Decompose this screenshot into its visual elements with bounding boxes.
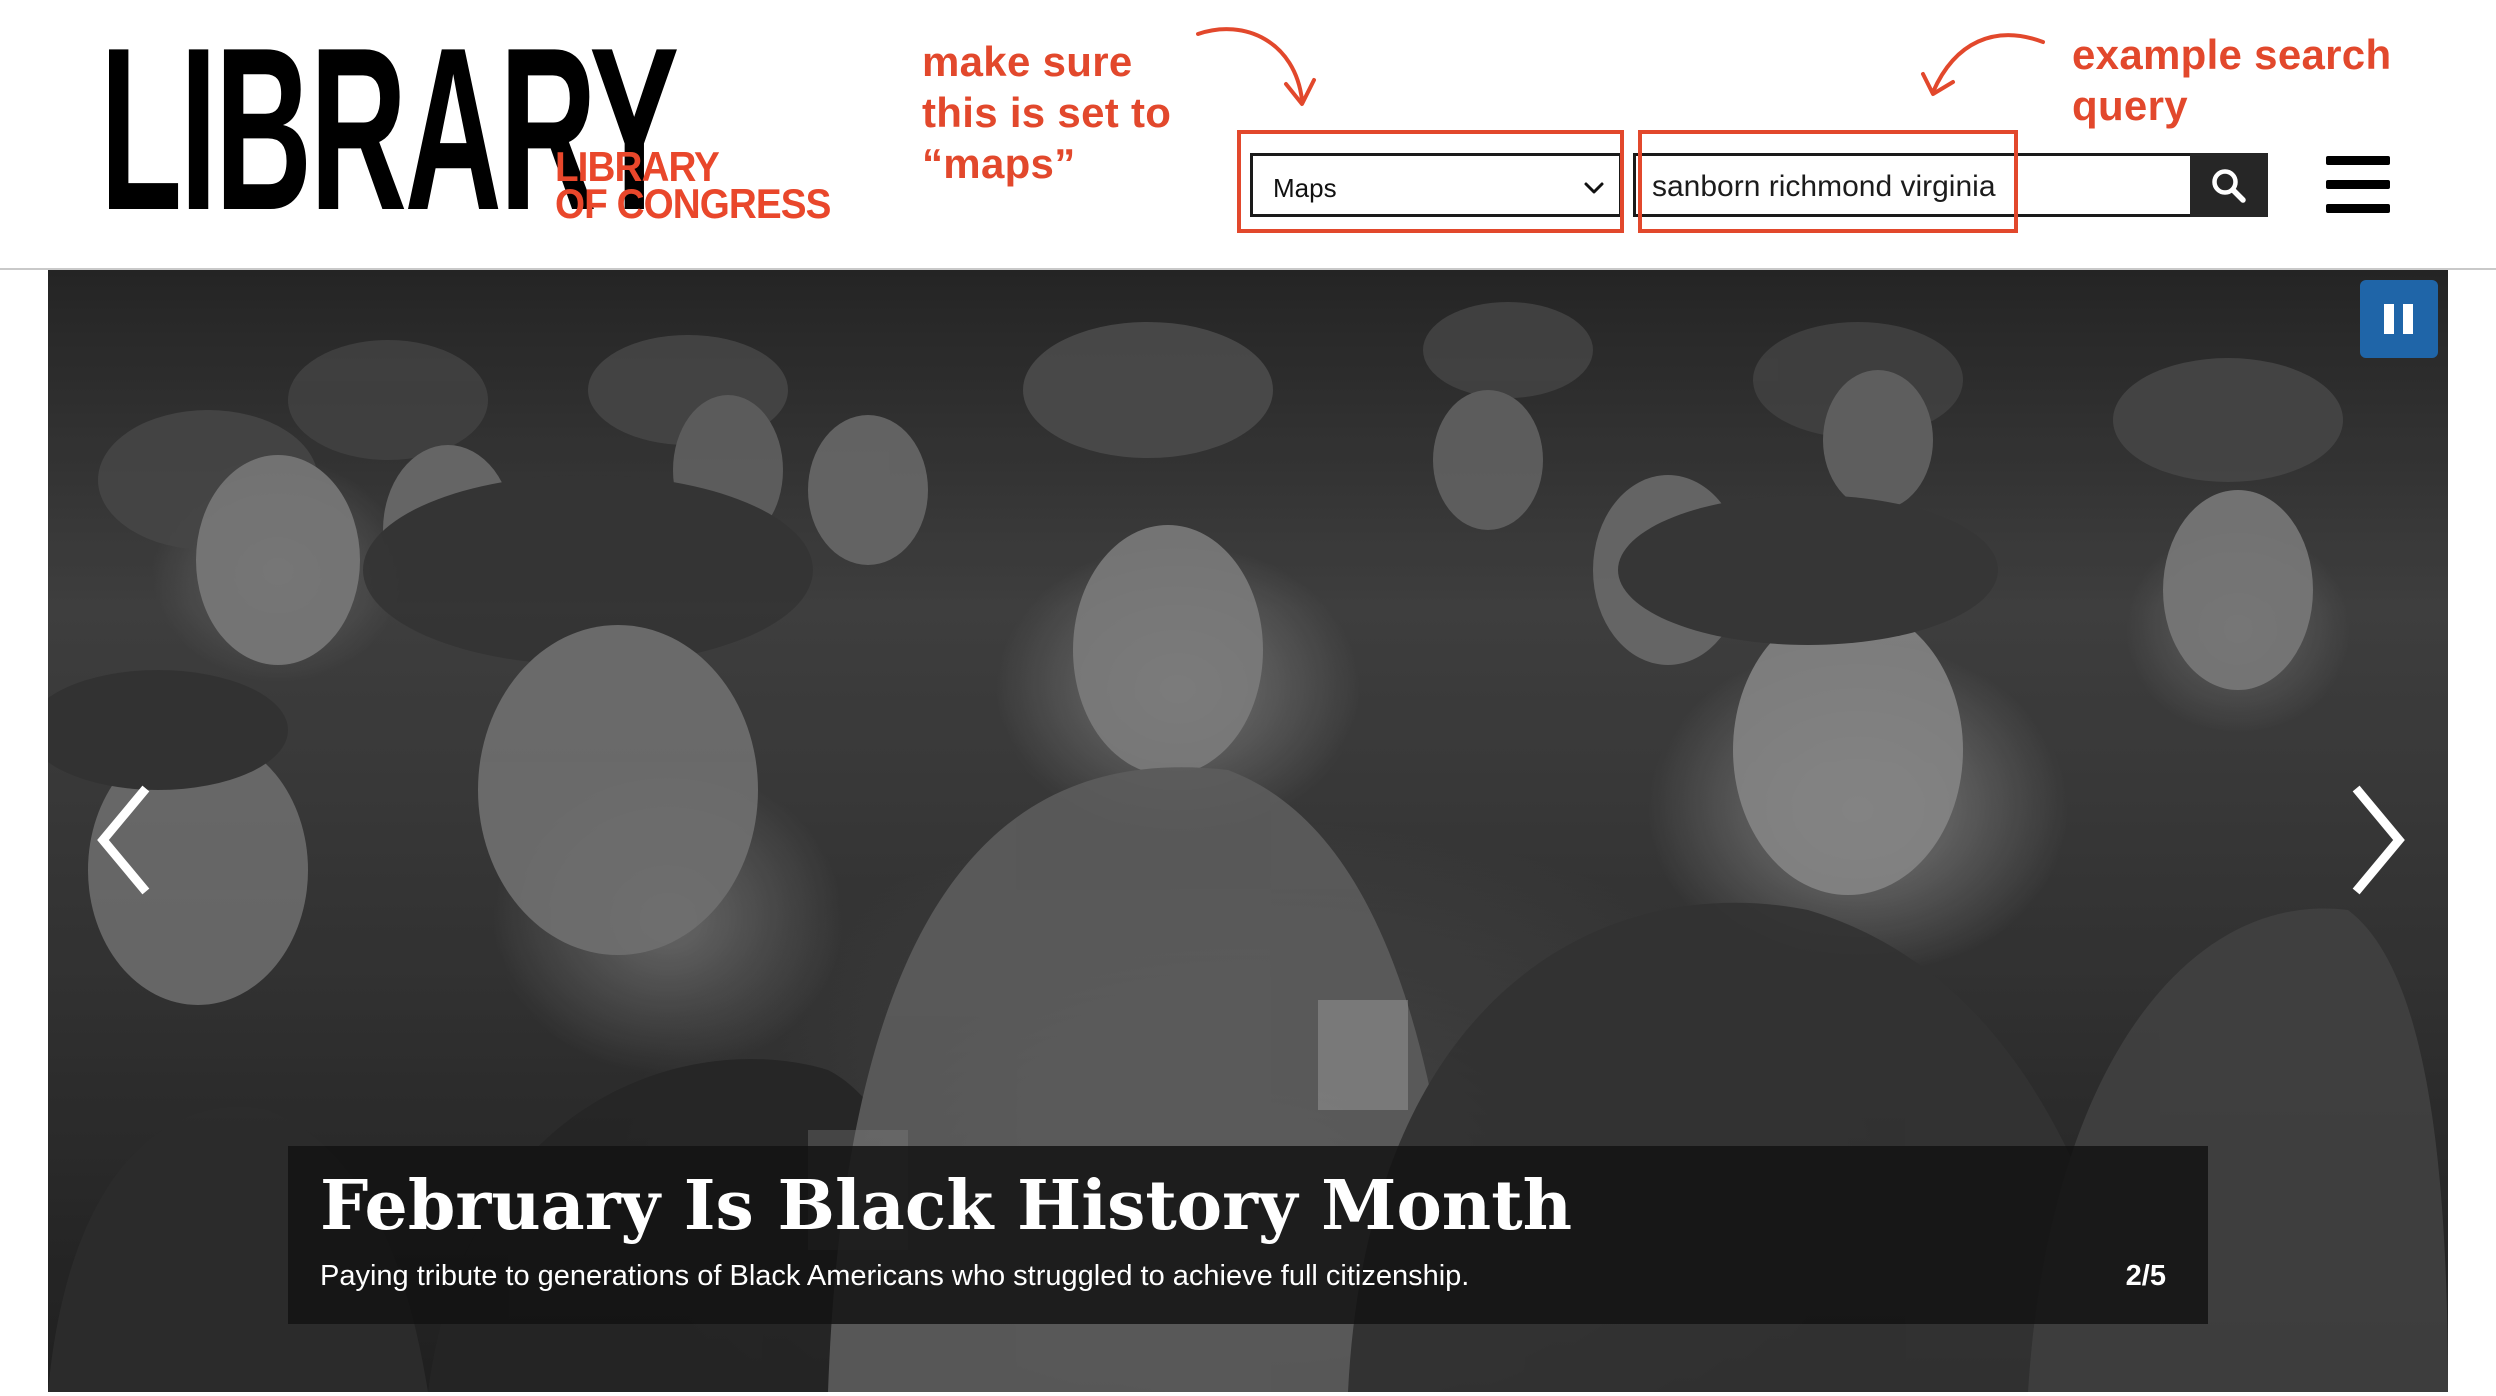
carousel-prev-button[interactable] xyxy=(88,780,158,900)
logo-sub-line2: OF CONGRESS xyxy=(555,180,831,227)
carousel-next-button[interactable] xyxy=(2344,780,2414,900)
annotation-make-sure-maps: make sure this is set to “maps” xyxy=(922,36,1222,189)
annotation-line: make sure xyxy=(922,38,1133,85)
pause-button[interactable] xyxy=(2360,280,2438,358)
site-header: LIBRARY LIBRARY OF CONGRESS make sure th… xyxy=(0,0,2496,270)
chevron-right-icon xyxy=(2352,785,2405,895)
slide-subtitle: Paying tribute to generations of Black A… xyxy=(320,1260,1470,1292)
annotation-line: “maps” xyxy=(922,140,1076,187)
slide-caption[interactable]: February Is Black History Month Paying t… xyxy=(288,1146,2208,1324)
annotation-box-select xyxy=(1237,130,1624,233)
library-of-congress-logo[interactable]: LIBRARY OF CONGRESS xyxy=(555,146,831,227)
main-menu-button[interactable] xyxy=(2326,156,2390,214)
annotation-box-query xyxy=(1638,130,2018,233)
annotation-line: query xyxy=(2072,82,2188,129)
annotation-line: this is set to xyxy=(922,89,1172,136)
annotation-example-query: example search query xyxy=(2072,29,2472,131)
search-button[interactable] xyxy=(2190,153,2268,217)
slide-title[interactable]: February Is Black History Month xyxy=(320,1166,1572,1246)
hero-carousel[interactable]: February Is Black History Month Paying t… xyxy=(48,270,2448,1392)
slide-counter: 2/5 xyxy=(2125,1260,2166,1292)
annotation-arrow-left xyxy=(1196,27,1316,106)
chevron-left-icon xyxy=(97,785,150,895)
annotation-line: example search xyxy=(2072,31,2392,78)
annotation-arrow-right xyxy=(1921,33,2045,96)
search-icon xyxy=(2212,169,2246,203)
